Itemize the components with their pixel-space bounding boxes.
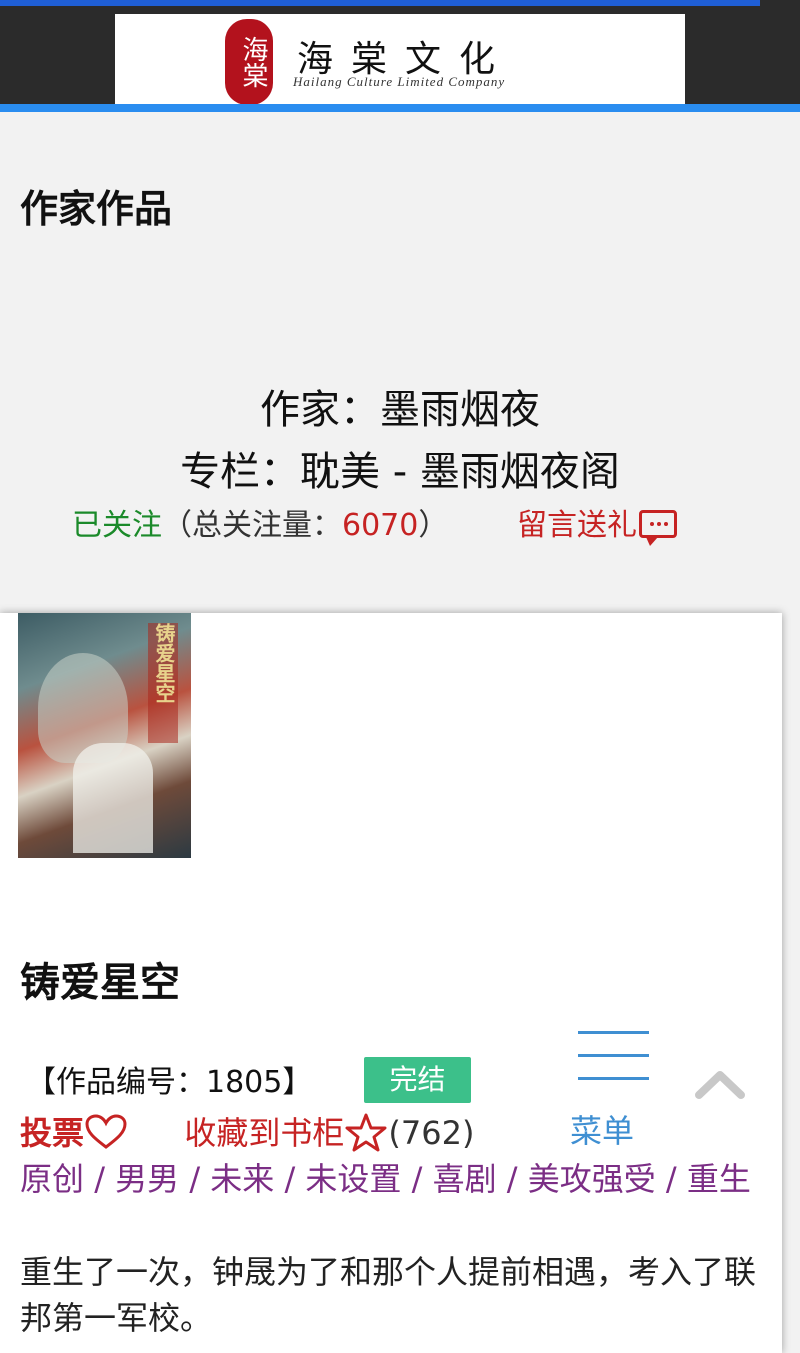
tag-item[interactable]: 喜剧 [433,1160,497,1198]
author-column-link[interactable]: 专栏：耽美 - 墨雨烟夜阁 [0,439,800,497]
logo-subtitle: Hailang Culture Limited Company [293,74,506,89]
status-badge: 完结 [364,1057,471,1103]
vote-label: 投票 [20,1114,85,1152]
follow-count-suffix: ） [418,508,449,543]
tag-item[interactable]: 未来 [210,1160,274,1198]
book-card: 铸爱星空 铸爱星空 【作品编号：1805】 完结 菜单 投票 收藏到书柜 (762… [0,613,782,1353]
chevron-up-icon[interactable] [694,1069,746,1099]
page-title: 作家作品 [20,187,173,231]
cover-title: 铸爱星空 [152,623,176,703]
collect-button[interactable]: 收藏到书柜 [184,1113,388,1152]
tag-item[interactable]: 男男 [115,1160,179,1198]
vote-button[interactable]: 投票 [20,1114,128,1152]
author-name: 作家：墨雨烟夜 [260,387,540,433]
tag-item[interactable]: 美攻强受 [528,1160,656,1198]
header-bottom-accent [0,104,800,112]
book-intro: 重生了一次，钟晟为了和那个人提前相遇，考入了联邦第一军校。 [20,1253,757,1337]
site-header: 海棠 海棠文化 Hailang Culture Limited Company [0,0,800,112]
book-title[interactable]: 铸爱星空 [20,950,180,1008]
cover-figure-person [73,743,153,853]
site-logo[interactable]: 海棠 海棠文化 Hailang Culture Limited Company [115,14,685,105]
star-icon [345,1113,387,1152]
tag-item[interactable]: 原创 [20,1160,84,1198]
follow-count: 6070 [342,508,419,543]
heart-icon [85,1114,127,1149]
follow-count-prefix: （总关注量： [162,508,342,543]
tag-item[interactable]: 重生 [687,1160,751,1198]
tag-list: 原创 / 男男 / 未来 / 未设置 / 喜剧 / 美攻强受 / 重生 [20,1160,751,1198]
message-gift-button[interactable]: 留言送礼 [517,500,677,546]
work-id: 【作品编号：1805】 [26,1065,313,1100]
menu-button-label[interactable]: 菜单 [570,1106,634,1152]
hamburger-icon[interactable] [578,1031,649,1081]
chat-bubble-icon [639,509,677,546]
followed-button[interactable]: 已关注 [72,508,162,543]
follow-row: 已关注（总关注量：6070） 留言送礼 [72,500,677,546]
header-top-accent [0,0,760,6]
tag-item[interactable]: 未设置 [305,1160,401,1198]
message-gift-label: 留言送礼 [517,508,637,543]
vote-collect-row: 投票 收藏到书柜 (762) [20,1108,474,1154]
collect-count: (762) [388,1114,475,1152]
book-cover-image[interactable]: 铸爱星空 [18,613,191,858]
logo-seal: 海棠 [225,19,273,105]
collect-label: 收藏到书柜 [184,1114,345,1152]
